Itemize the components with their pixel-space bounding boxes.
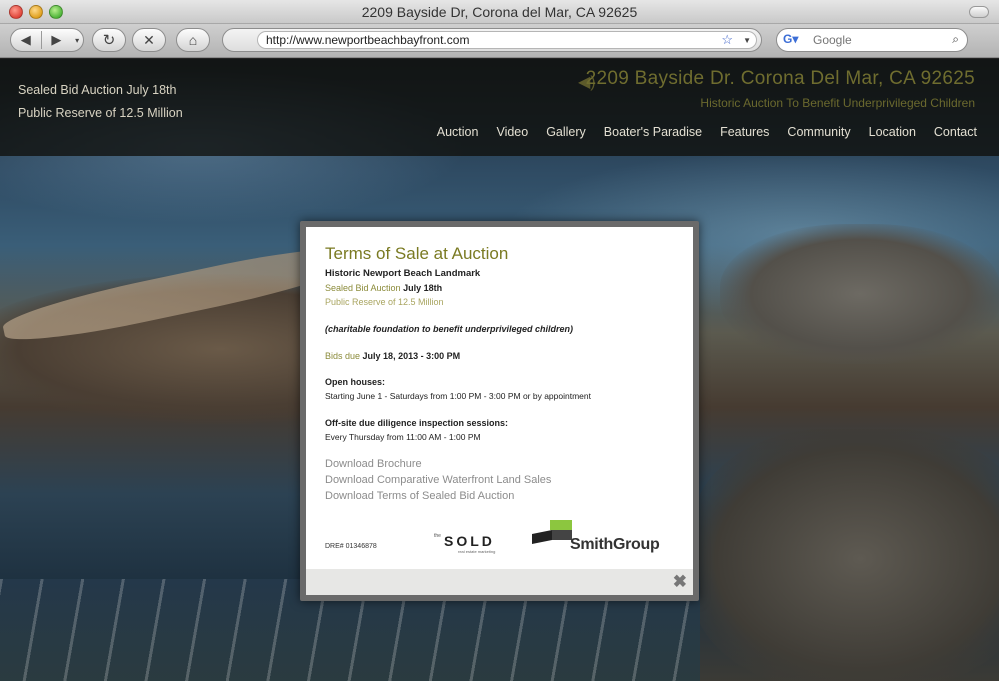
open-houses-text: Starting June 1 - Saturdays from 1:00 PM… [325, 391, 591, 401]
nav-community[interactable]: Community [787, 125, 850, 139]
auction-prefix: Sealed Bid Auction [325, 283, 401, 293]
modal-content: Terms of Sale at Auction Historic Newpor… [306, 227, 693, 569]
modal-footer: ✖ [306, 569, 693, 595]
site-subtitle: Historic Auction To Benefit Underprivile… [700, 96, 975, 110]
charity-line: (charitable foundation to benefit underp… [325, 324, 574, 334]
site-title: 2209 Bayside Dr. Corona Del Mar, CA 9262… [585, 68, 975, 89]
bids-line: Bids due July 18, 2013 - 3:00 PM [325, 351, 460, 361]
url-input[interactable] [257, 31, 757, 49]
search-bar: G▾ ⌕ [776, 28, 968, 52]
aerial-island [720, 224, 999, 364]
sold-logo: the SOLD real estate marketing [434, 533, 496, 554]
main-nav: Auction Video Gallery Boater's Paradise … [437, 125, 977, 139]
search-input[interactable] [813, 31, 943, 49]
toolbar-toggle-button[interactable] [969, 6, 989, 18]
auction-summary: Sealed Bid Auction July 18th Public Rese… [18, 79, 183, 125]
nav-boaters-paradise[interactable]: Boater's Paradise [604, 125, 702, 139]
nav-gallery[interactable]: Gallery [546, 125, 586, 139]
history-dropdown-icon[interactable]: ▾ [71, 36, 83, 45]
smithgroup-logo: SmithGroup [532, 520, 680, 556]
diligence-text: Every Thursday from 11:00 AM - 1:00 PM [325, 432, 481, 442]
download-brochure-link[interactable]: Download Brochure [325, 458, 422, 470]
bids-date: July 18, 2013 - 3:00 PM [362, 351, 461, 361]
close-icon[interactable]: ✖ [673, 572, 687, 592]
download-terms-link[interactable]: Download Terms of Sealed Bid Auction [325, 490, 514, 502]
bids-prefix: Bids due [325, 351, 361, 361]
reserve-line: Public Reserve of 12.5 Million [325, 297, 444, 307]
auction-date: July 18th [403, 283, 443, 293]
reload-icon[interactable]: ↻ [92, 28, 126, 52]
smithgroup-mark-icon [532, 520, 572, 544]
dre-number: DRE# 01346878 [325, 543, 377, 550]
site-header: Sealed Bid Auction July 18th Public Rese… [0, 59, 999, 156]
search-icon[interactable]: ⌕ [952, 32, 959, 47]
open-houses-label: Open houses: [325, 377, 386, 387]
window-titlebar: 2209 Bayside Dr, Corona del Mar, CA 9262… [0, 0, 999, 24]
auction-line: Sealed Bid Auction July 18th [325, 283, 442, 293]
web-page: Sealed Bid Auction July 18th Public Rese… [0, 59, 999, 681]
modal-subtitle: Historic Newport Beach Landmark [325, 268, 481, 279]
bookmark-star-icon[interactable]: ☆ [721, 32, 733, 48]
nav-location[interactable]: Location [869, 125, 916, 139]
diligence-label: Off-site due diligence inspection sessio… [325, 418, 509, 428]
back-forward-control: ◀ ▶ ▾ [10, 28, 84, 52]
nav-auction[interactable]: Auction [437, 125, 479, 139]
url-dropdown-icon[interactable]: ▼ [743, 36, 751, 45]
stop-icon[interactable]: ✕ [132, 28, 166, 52]
auction-date-text: Sealed Bid Auction July 18th [18, 83, 177, 97]
nav-contact[interactable]: Contact [934, 125, 977, 139]
home-icon[interactable]: ⌂ [176, 28, 210, 52]
aerial-land-east [690, 429, 999, 681]
google-engine-icon[interactable]: G▾ [783, 32, 807, 48]
terms-modal: Terms of Sale at Auction Historic Newpor… [300, 221, 699, 601]
browser-toolbar: ◀ ▶ ▾ ↻ ✕ ⌂ ☆ ▼ G▾ ⌕ [0, 24, 999, 58]
modal-title: Terms of Sale at Auction [325, 244, 509, 263]
address-bar: ☆ ▼ [222, 28, 762, 52]
back-arrow-icon[interactable]: ◀ [11, 32, 41, 48]
forward-arrow-icon[interactable]: ▶ [42, 32, 72, 48]
nav-features[interactable]: Features [720, 125, 769, 139]
window-title: 2209 Bayside Dr, Corona del Mar, CA 9262… [361, 4, 638, 20]
download-land-sales-link[interactable]: Download Comparative Waterfront Land Sal… [325, 474, 551, 486]
nav-video[interactable]: Video [496, 125, 528, 139]
reserve-text: Public Reserve of 12.5 Million [18, 106, 183, 120]
